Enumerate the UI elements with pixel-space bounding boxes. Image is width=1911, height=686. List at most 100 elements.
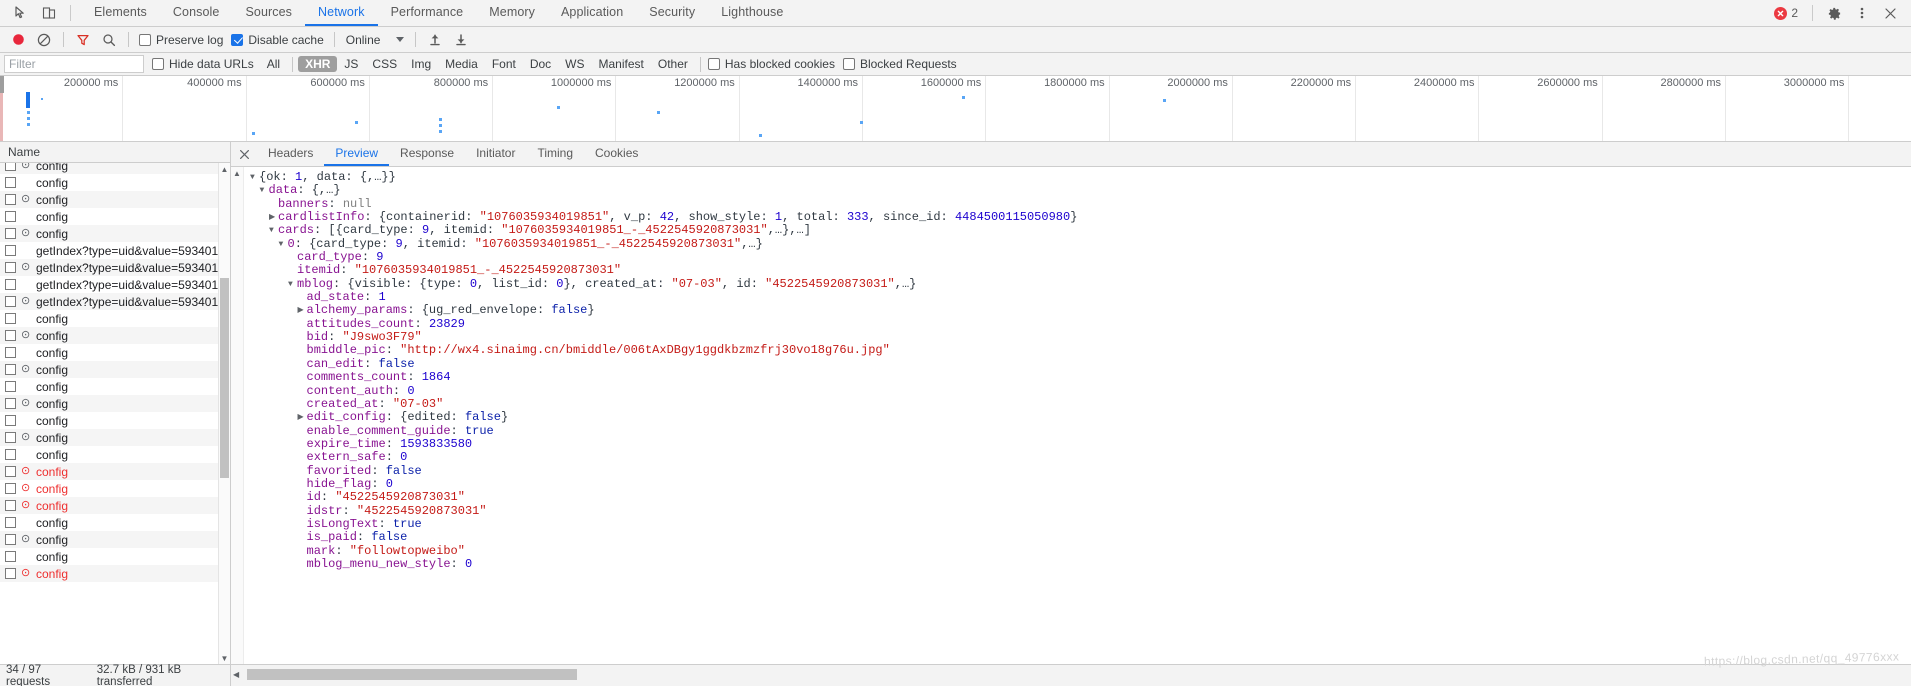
- request-checkbox[interactable]: [5, 568, 16, 579]
- request-checkbox[interactable]: [5, 262, 16, 273]
- hide-data-urls-checkbox[interactable]: Hide data URLs: [150, 57, 260, 71]
- request-row[interactable]: ⊙ config: [0, 497, 230, 514]
- request-row[interactable]: config: [0, 174, 230, 191]
- close-icon[interactable]: [1877, 1, 1903, 25]
- scroll-down-arrow[interactable]: ▼: [219, 652, 230, 664]
- request-row[interactable]: ⊙ config: [0, 395, 230, 412]
- json-expand-arrow-closed[interactable]: ▶: [269, 211, 278, 224]
- request-checkbox[interactable]: [5, 313, 16, 324]
- tab-network[interactable]: Network: [305, 0, 378, 26]
- request-checkbox[interactable]: [5, 551, 16, 562]
- request-row[interactable]: ⊙ config: [0, 480, 230, 497]
- request-checkbox[interactable]: [5, 449, 16, 460]
- hscroll-left-arrow[interactable]: ◀: [233, 670, 239, 679]
- detail-tab-preview[interactable]: Preview: [324, 142, 390, 166]
- request-checkbox[interactable]: [5, 517, 16, 528]
- funnel-filter-icon[interactable]: [71, 29, 95, 51]
- request-checkbox[interactable]: [5, 163, 16, 171]
- request-list-scrollbar[interactable]: ▲ ▼: [218, 163, 230, 664]
- request-checkbox[interactable]: [5, 194, 16, 205]
- type-filter-xhr[interactable]: XHR: [298, 56, 338, 72]
- json-line[interactable]: banners: null: [250, 197, 1911, 211]
- request-checkbox[interactable]: [5, 534, 16, 545]
- request-row[interactable]: ⊙ config: [0, 463, 230, 480]
- json-gutter[interactable]: ▲: [231, 167, 244, 664]
- throttling-dropdown[interactable]: Online: [342, 33, 409, 47]
- json-line[interactable]: ▼ data: {,…}: [250, 184, 1911, 197]
- json-line[interactable]: content_auth: 0: [250, 384, 1911, 398]
- request-checkbox[interactable]: [5, 432, 16, 443]
- type-filter-img[interactable]: Img: [404, 56, 438, 72]
- tab-memory[interactable]: Memory: [476, 0, 548, 26]
- scroll-thumb[interactable]: [220, 278, 229, 478]
- json-line[interactable]: ▶ cardlistInfo: {containerid: "1076035934…: [250, 210, 1911, 224]
- request-checkbox[interactable]: [5, 500, 16, 511]
- request-list-header[interactable]: Name: [0, 142, 230, 163]
- json-line[interactable]: is_paid: false: [250, 531, 1911, 544]
- request-row[interactable]: ⊙ config: [0, 327, 230, 344]
- type-filter-media[interactable]: Media: [438, 56, 485, 72]
- request-row[interactable]: config: [0, 310, 230, 327]
- json-line[interactable]: bid: "J9swo3F79": [250, 330, 1911, 344]
- gear-icon[interactable]: [1821, 1, 1847, 25]
- json-expand-arrow-open[interactable]: ▼: [260, 184, 269, 197]
- detail-horizontal-scrollbar[interactable]: ◀: [231, 664, 1911, 686]
- more-vertical-icon[interactable]: [1849, 1, 1875, 25]
- request-checkbox[interactable]: [5, 245, 16, 256]
- request-row[interactable]: ⊙ config: [0, 565, 230, 582]
- request-row[interactable]: ⊙ config: [0, 531, 230, 548]
- json-expand-arrow-open[interactable]: ▼: [250, 171, 259, 184]
- tab-performance[interactable]: Performance: [378, 0, 477, 26]
- request-checkbox[interactable]: [5, 330, 16, 341]
- json-line[interactable]: itemid: "1076035934019851_-_452254592087…: [250, 264, 1911, 277]
- json-line[interactable]: comments_count: 1864: [250, 370, 1911, 384]
- error-count-badge[interactable]: 2: [1768, 1, 1804, 25]
- request-row[interactable]: ⊙ config: [0, 191, 230, 208]
- json-line[interactable]: can_edit: false: [250, 357, 1911, 371]
- json-line[interactable]: ▼ 0: {card_type: 9, itemid: "107603593401…: [250, 237, 1911, 251]
- hscroll-thumb[interactable]: [247, 669, 577, 680]
- json-line[interactable]: enable_comment_guide: true: [250, 424, 1911, 438]
- request-row[interactable]: config: [0, 548, 230, 565]
- search-magnifier-icon[interactable]: [97, 29, 121, 51]
- request-row[interactable]: getIndex?type=uid&value=5934019851&co: [0, 276, 230, 293]
- json-line[interactable]: favorited: false: [250, 464, 1911, 478]
- request-checkbox[interactable]: [5, 364, 16, 375]
- json-line[interactable]: mblog_menu_new_style: 0: [250, 557, 1911, 571]
- record-circle-icon[interactable]: [6, 29, 30, 51]
- request-checkbox[interactable]: [5, 296, 16, 307]
- scroll-up-arrow[interactable]: ▲: [219, 163, 230, 175]
- json-scroll-up-arrow[interactable]: ▲: [231, 169, 243, 178]
- has-blocked-cookies-checkbox[interactable]: Has blocked cookies: [706, 57, 841, 71]
- type-filter-manifest[interactable]: Manifest: [592, 56, 651, 72]
- type-filter-ws[interactable]: WS: [558, 56, 591, 72]
- json-line[interactable]: ▼ cards: [{card_type: 9, itemid: "1076035…: [250, 224, 1911, 237]
- json-line[interactable]: attitudes_count: 23829: [250, 317, 1911, 331]
- tab-console[interactable]: Console: [160, 0, 233, 26]
- request-checkbox[interactable]: [5, 398, 16, 409]
- detail-tab-cookies[interactable]: Cookies: [584, 142, 649, 166]
- json-line[interactable]: ▶ edit_config: {edited: false}: [250, 411, 1911, 424]
- json-line[interactable]: card_type: 9: [250, 250, 1911, 264]
- type-filter-font[interactable]: Font: [485, 56, 523, 72]
- request-checkbox[interactable]: [5, 211, 16, 222]
- json-line[interactable]: ▶ alchemy_params: {ug_red_envelope: false…: [250, 304, 1911, 317]
- json-line[interactable]: extern_safe: 0: [250, 451, 1911, 464]
- tab-sources[interactable]: Sources: [232, 0, 305, 26]
- request-row[interactable]: ⊙ config: [0, 361, 230, 378]
- hscroll-track[interactable]: [245, 669, 1911, 680]
- request-row[interactable]: ⊙ config: [0, 163, 230, 174]
- type-filter-css[interactable]: CSS: [365, 56, 404, 72]
- request-row[interactable]: config: [0, 446, 230, 463]
- close-icon[interactable]: [231, 142, 257, 166]
- json-line[interactable]: hide_flag: 0: [250, 477, 1911, 491]
- request-row[interactable]: config: [0, 344, 230, 361]
- request-row[interactable]: ⊙ getIndex?type=uid&value=5934019851&: [0, 259, 230, 276]
- filter-input[interactable]: [5, 57, 143, 71]
- request-row[interactable]: config: [0, 378, 230, 395]
- json-line[interactable]: isLongText: true: [250, 517, 1911, 531]
- request-row[interactable]: ⊙ getIndex?type=uid&value=5934019851&: [0, 293, 230, 310]
- json-line[interactable]: bmiddle_pic: "http://wx4.sinaimg.cn/bmid…: [250, 344, 1911, 357]
- tab-security[interactable]: Security: [636, 0, 708, 26]
- json-line[interactable]: expire_time: 1593833580: [250, 437, 1911, 451]
